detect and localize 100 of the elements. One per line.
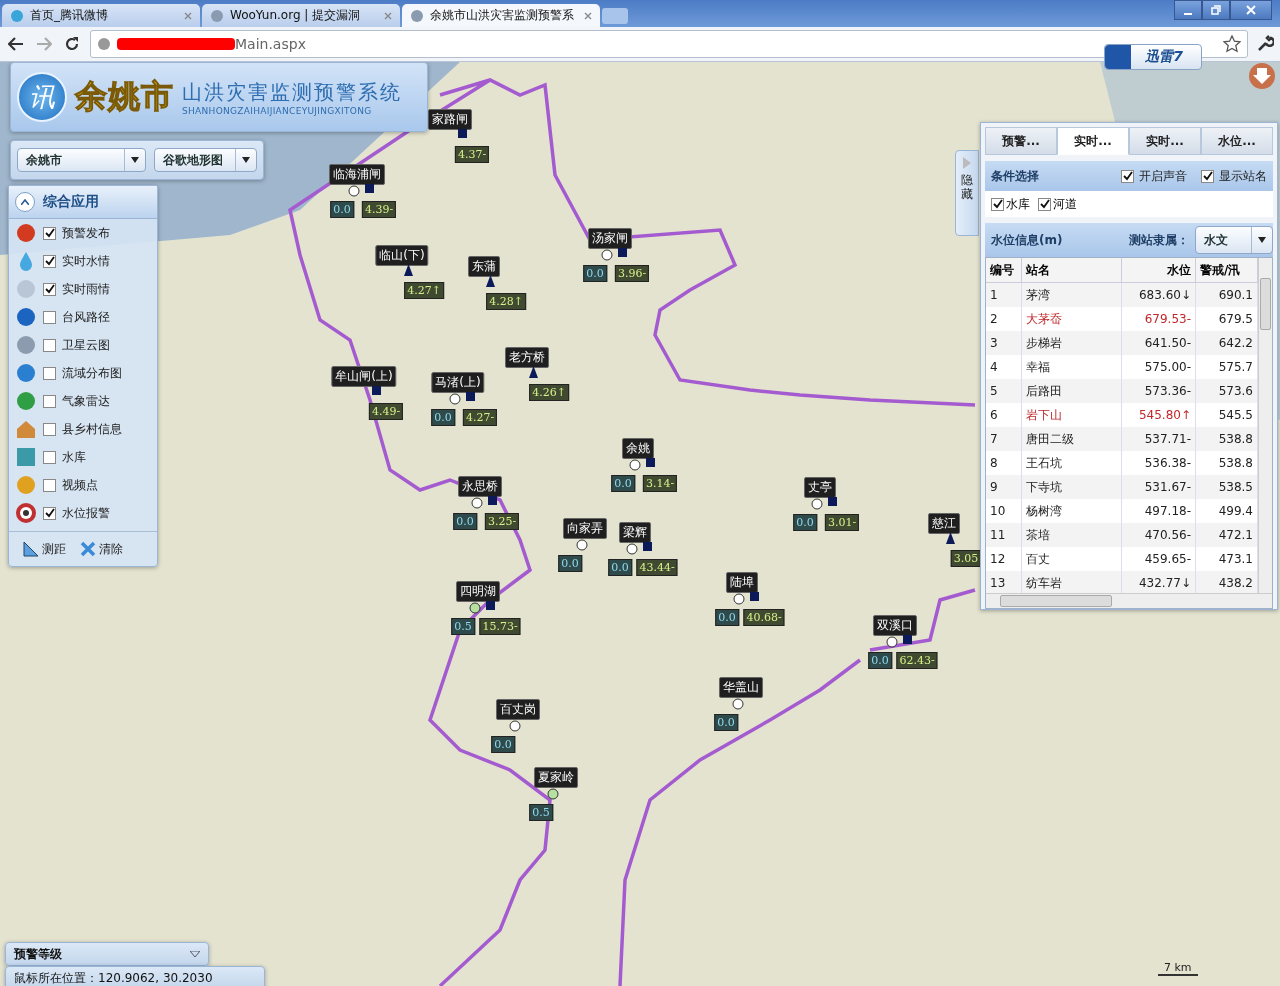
close-button[interactable] — [1230, 0, 1272, 20]
horizontal-scrollbar[interactable] — [986, 593, 1272, 608]
station-label[interactable]: 家路闸 — [428, 109, 472, 130]
checkbox[interactable] — [43, 506, 56, 520]
checkbox[interactable] — [43, 282, 56, 296]
checkbox[interactable] — [43, 226, 56, 240]
table-cell: 1 — [986, 283, 1022, 307]
station-triangle-icon[interactable] — [404, 264, 413, 276]
station-label[interactable]: 东蒲 — [468, 256, 500, 277]
station-circle-icon[interactable] — [732, 698, 744, 710]
water-level-value: 4.26↑ — [529, 384, 569, 401]
station-circle-icon[interactable] — [629, 459, 641, 471]
rainfall-value: 0.5 — [451, 618, 475, 635]
station-label[interactable]: 牟山闸(上) — [331, 366, 397, 387]
station-label[interactable]: 夏家岭 — [534, 767, 578, 788]
hide-panel-button[interactable]: 隐藏 — [955, 150, 979, 236]
station-label[interactable]: 四明湖 — [456, 581, 500, 602]
owner-dropdown[interactable]: 水文 — [1195, 226, 1273, 254]
browser-tab[interactable]: 余姚市山洪灾害监测预警系 — [402, 4, 600, 27]
station-label[interactable]: 马渚(上) — [431, 372, 485, 393]
browser-tab[interactable]: 首页_腾讯微博 — [2, 4, 200, 27]
station-circle-icon[interactable] — [733, 593, 745, 605]
close-icon[interactable] — [384, 11, 392, 20]
warning-level-dropdown[interactable]: 预警等级 — [5, 942, 209, 966]
station-label[interactable]: 向家弄 — [563, 518, 607, 539]
station-label[interactable]: 梁辉 — [619, 522, 651, 543]
star-icon[interactable] — [1223, 35, 1241, 53]
station-circle-icon[interactable] — [811, 498, 823, 510]
water-level-value: 4.37- — [454, 146, 490, 163]
station-label[interactable]: 临海浦闸 — [329, 164, 385, 185]
column-header[interactable]: 编号 — [986, 258, 1022, 283]
station-circle-icon[interactable] — [626, 543, 638, 555]
layer-label: 流域分布图 — [62, 364, 122, 382]
water-level-value: 4.39- — [361, 201, 397, 218]
close-icon[interactable] — [584, 11, 592, 20]
table-cell: 537.71- — [1122, 427, 1196, 451]
dropdown[interactable]: 余姚市 — [17, 148, 146, 172]
station-label[interactable]: 百丈岗 — [496, 699, 540, 720]
table-cell: 11 — [986, 523, 1022, 547]
clear-button[interactable]: 清除 — [80, 540, 123, 558]
station-label[interactable]: 丈亭 — [804, 477, 836, 498]
column-header[interactable]: 警戒/汛 — [1196, 258, 1258, 283]
panel-tab[interactable]: 预警... — [985, 127, 1057, 155]
vertical-scrollbar[interactable] — [1258, 258, 1272, 594]
station-label[interactable]: 陆埠 — [726, 572, 758, 593]
station-circle-icon[interactable] — [471, 497, 483, 509]
station-label[interactable]: 临山(下) — [375, 245, 429, 266]
option-label: 开启声音 — [1139, 167, 1187, 185]
collapse-button[interactable] — [15, 192, 35, 212]
checkbox[interactable] — [43, 478, 56, 492]
water-level-value: 4.27- — [462, 409, 498, 426]
checkbox[interactable] — [43, 394, 56, 408]
station-label[interactable]: 慈江 — [928, 513, 960, 534]
column-header[interactable]: 站名 — [1022, 258, 1122, 283]
measure-button[interactable]: 测距 — [23, 540, 66, 558]
browser-tab[interactable]: WooYun.org | 提交漏洞 — [202, 4, 400, 27]
station-circle-icon[interactable] — [449, 393, 461, 405]
checkbox[interactable] — [43, 366, 56, 380]
rainfall-value: 0.0 — [608, 559, 632, 576]
map-scale: 7 km — [1158, 961, 1198, 976]
restore-button[interactable] — [1202, 0, 1230, 20]
page-icon — [410, 8, 424, 23]
column-header[interactable]: 水位 — [1122, 258, 1196, 283]
station-label[interactable]: 老方桥 — [505, 347, 549, 368]
table-cell: 573.6 — [1196, 379, 1258, 403]
panel-tab[interactable]: 水位... — [1201, 127, 1273, 155]
checkbox[interactable] — [43, 254, 56, 268]
dropdown[interactable]: 谷歌地形图 — [153, 148, 257, 172]
station-triangle-icon[interactable] — [486, 275, 495, 287]
layer-label: 县乡村信息 — [62, 420, 122, 438]
wrench-icon[interactable] — [1256, 35, 1274, 53]
station-label[interactable]: 华盖山 — [719, 677, 763, 698]
station-circle-icon[interactable] — [509, 720, 521, 732]
panel-tab[interactable]: 实时... — [1057, 127, 1129, 155]
cursor-position: 鼠标所在位置：120.9062, 30.2030 — [5, 966, 265, 986]
station-circle-icon[interactable] — [886, 636, 898, 648]
checkbox[interactable] — [43, 450, 56, 464]
checkbox[interactable] — [991, 197, 1004, 211]
close-icon[interactable] — [184, 11, 192, 20]
station-label[interactable]: 汤家闸 — [588, 228, 632, 249]
checkbox[interactable] — [43, 310, 56, 324]
checkbox[interactable] — [1121, 169, 1134, 183]
station-label[interactable]: 双溪口 — [873, 615, 917, 636]
station-label[interactable]: 余姚 — [622, 438, 654, 459]
table-cell: 7 — [986, 427, 1022, 451]
station-triangle-icon[interactable] — [529, 366, 538, 378]
station-circle-icon[interactable] — [348, 185, 360, 197]
checkbox[interactable] — [43, 422, 56, 436]
station-triangle-icon[interactable] — [946, 532, 955, 544]
station-circle-icon[interactable] — [601, 249, 613, 261]
checkbox[interactable] — [1038, 197, 1051, 211]
checkbox[interactable] — [43, 338, 56, 352]
station-label[interactable]: 永思桥 — [458, 476, 502, 497]
panel-tab[interactable]: 实时... — [1129, 127, 1201, 155]
station-circle-icon[interactable] — [469, 602, 481, 614]
station-circle-icon[interactable] — [576, 539, 588, 551]
checkbox[interactable] — [1201, 169, 1214, 183]
download-manager-badge[interactable]: 迅雷7 — [1104, 44, 1202, 70]
station-circle-icon[interactable] — [547, 788, 559, 800]
minimize-button[interactable] — [1174, 0, 1202, 20]
